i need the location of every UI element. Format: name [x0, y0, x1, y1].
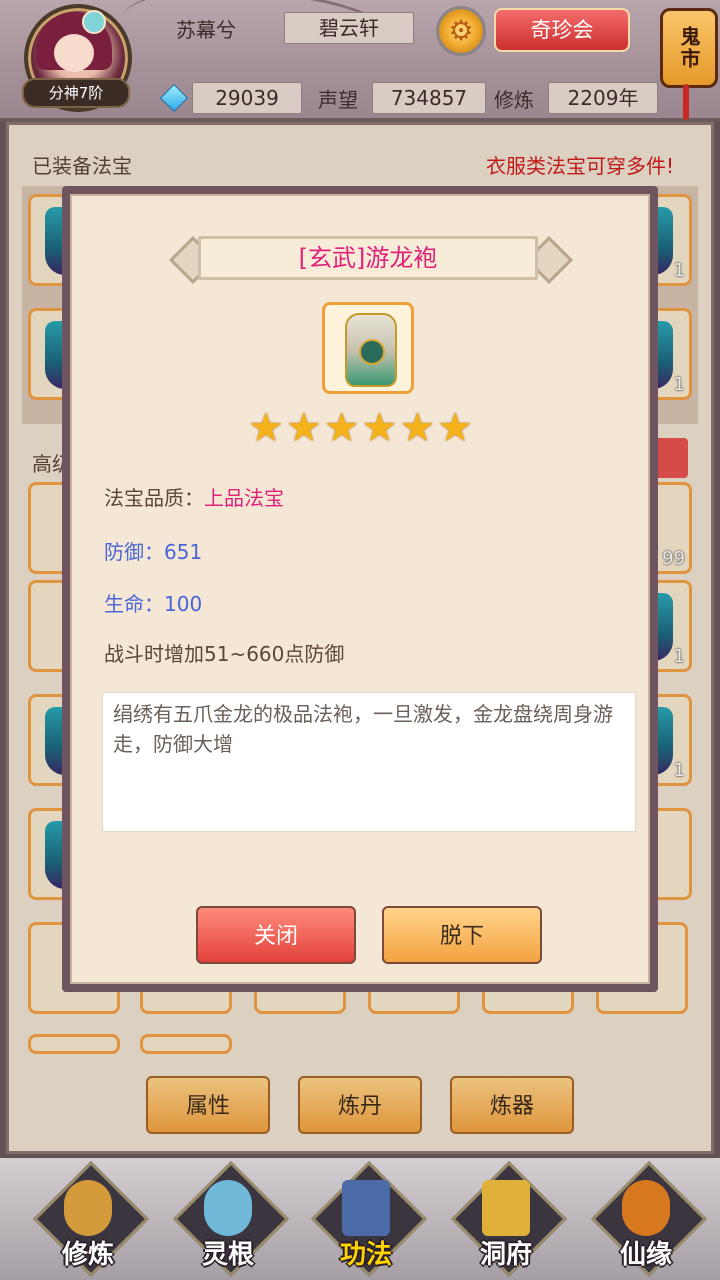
- gear-icon[interactable]: ⚙: [436, 6, 486, 56]
- nav-label: 洞府: [479, 1240, 532, 1270]
- nav-cave[interactable]: 洞府: [448, 1161, 567, 1278]
- star-icon: ★: [248, 405, 284, 451]
- player-name: 苏幕兮: [176, 18, 236, 42]
- life-stat: 生命：100: [104, 592, 203, 616]
- item-title: [玄武]游龙袍: [198, 236, 538, 280]
- nav-label: 仙缘: [619, 1240, 672, 1270]
- close-button[interactable]: 关闭: [196, 906, 356, 964]
- sword-icon: [204, 1180, 252, 1236]
- star-rating: ★★★★★★: [248, 408, 475, 448]
- cultivation-value: 2209年: [548, 82, 658, 114]
- effect-text: 战斗时增加51~660点防御: [104, 642, 345, 666]
- sect-field: 碧云轩: [284, 12, 414, 44]
- star-icon: ★: [399, 405, 436, 451]
- gem-icon: [159, 83, 189, 113]
- reputation-value: 734857: [372, 82, 486, 114]
- star-icon: ★: [437, 405, 474, 451]
- ghost-market-button[interactable]: 鬼市: [660, 8, 718, 88]
- description-box: 绢绣有五爪金龙的极品法袍，一旦激发，金龙盘绕周身游走，防御大增: [102, 692, 636, 832]
- nav-spirit-root[interactable]: 灵根: [170, 1161, 289, 1278]
- tassel-decoration: [683, 84, 689, 120]
- item-detail-dialog: [玄武]游龙袍 ★★★★★★ 法宝品质：上品法宝 防御：651 生命：100 战…: [62, 186, 658, 992]
- rank-badge: 分神7阶: [22, 78, 130, 108]
- nav-label: 功法: [339, 1240, 392, 1270]
- armor-emblem: [359, 339, 385, 365]
- monk-icon: [64, 1180, 112, 1236]
- bottom-nav: 修炼 灵根 功法 洞府 仙缘: [0, 1158, 720, 1280]
- star-icon: ★: [323, 405, 360, 451]
- dialog-body: [玄武]游龙袍 ★★★★★★ 法宝品质：上品法宝 防御：651 生命：100 战…: [70, 194, 650, 984]
- defense-stat: 防御：651: [104, 540, 203, 564]
- star-icon: ★: [361, 405, 398, 451]
- star-icon: ★: [285, 405, 322, 451]
- book-icon: [342, 1180, 390, 1236]
- quality-row: 法宝品质：上品法宝: [104, 482, 284, 511]
- quality-value: 上品法宝: [204, 486, 284, 510]
- gems-value: 29039: [192, 82, 302, 114]
- top-header: 分神7阶 苏幕兮 碧云轩 ⚙ 奇珍会 29039 声望 734857 修炼 22…: [0, 0, 720, 118]
- gourd-icon: [622, 1180, 670, 1236]
- pavilion-icon: [482, 1180, 530, 1236]
- flower-icon: [82, 10, 106, 34]
- cultivation-label: 修炼: [494, 88, 534, 112]
- unequip-button[interactable]: 脱下: [382, 906, 542, 964]
- nav-techniques[interactable]: 功法: [308, 1161, 427, 1278]
- nav-cultivate[interactable]: 修炼: [30, 1161, 149, 1278]
- quality-label: 法宝品质：: [104, 486, 204, 510]
- nav-label: 灵根: [201, 1240, 254, 1270]
- rare-shop-button[interactable]: 奇珍会: [494, 8, 630, 52]
- reputation-label: 声望: [318, 88, 358, 112]
- nav-label: 修炼: [61, 1240, 114, 1270]
- nav-fate[interactable]: 仙缘: [588, 1161, 707, 1278]
- item-icon-frame: [322, 302, 414, 394]
- avatar-face: [54, 34, 94, 72]
